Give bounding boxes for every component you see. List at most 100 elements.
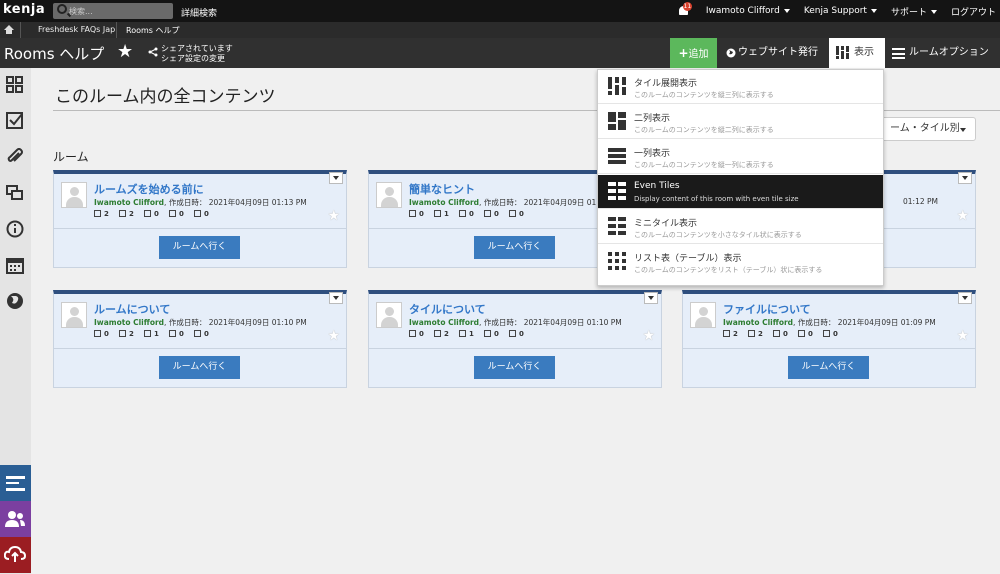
share-status: シェアされています	[161, 44, 233, 53]
display-menu: タイル展開表示 このルームのコンテンツを縦三列に表示する 二列表示 このルームの…	[597, 69, 884, 286]
users-button[interactable]	[0, 501, 31, 537]
room-card-author[interactable]: Iwamoto Clifford	[94, 318, 164, 327]
logout-link[interactable]: ログアウト	[951, 5, 996, 18]
menu-item-label: ミニタイル表示	[634, 219, 698, 229]
paperclip-icon	[459, 210, 466, 217]
publish-website-button[interactable]: ウェブサイト発行	[724, 38, 818, 68]
tasks-count: 0	[798, 330, 823, 338]
calendar-icon[interactable]	[4, 254, 27, 277]
room-card-title[interactable]: タイルについて	[409, 301, 486, 317]
globe-icon	[726, 48, 736, 58]
comment-icon	[194, 330, 201, 337]
add-label: 追加	[688, 49, 709, 60]
created-prefix: , 作成日時：	[479, 318, 522, 327]
rooms-icon	[748, 330, 755, 337]
favorite-star-icon[interactable]: ★	[117, 41, 133, 62]
room-card[interactable]: ルームズを始める前に Iwamoto Clifford, 作成日時： 2021年…	[53, 170, 347, 268]
favorite-star-icon[interactable]: ★	[642, 328, 655, 344]
task-checkbox-icon[interactable]	[4, 110, 27, 133]
one-column-icon	[608, 148, 626, 164]
info-icon[interactable]	[4, 218, 27, 241]
created-prefix: , 作成日時：	[793, 318, 836, 327]
go-to-room-button[interactable]: ルームへ行く	[788, 356, 869, 379]
menu-item-two-column[interactable]: 二列表示 このルームのコンテンツを縦二列に表示する	[598, 105, 883, 139]
card-dropdown-icon[interactable]	[329, 292, 343, 304]
menu-item-one-column[interactable]: 一列表示 このルームのコンテンツを縦一列に表示する	[598, 140, 883, 174]
search-box[interactable]	[53, 3, 173, 19]
room-options-label: ルームオプション	[909, 47, 989, 58]
chat-icon[interactable]	[4, 182, 27, 205]
add-button[interactable]: +追加	[670, 38, 717, 68]
attachment-icon[interactable]	[4, 146, 27, 169]
files-count-value: 0	[469, 210, 474, 218]
room-card-title[interactable]: ファイルについて	[723, 301, 811, 317]
files-count-value: 1	[154, 330, 159, 338]
rooms-count-value: 2	[758, 330, 763, 338]
room-card-date: 2021年04月09日 01:13 PM	[208, 198, 307, 207]
go-to-room-button[interactable]: ルームへ行く	[159, 236, 240, 259]
display-button[interactable]: 表示	[829, 38, 885, 68]
room-card-meta: Iwamoto Clifford, 作成日時： 2021年04月09日 01:0…	[723, 317, 936, 328]
room-card-title[interactable]: ルームについて	[94, 301, 170, 317]
created-prefix: , 作成日時：	[164, 198, 207, 207]
favorite-star-icon[interactable]: ★	[327, 208, 340, 224]
favorite-star-icon[interactable]: ★	[956, 328, 969, 344]
tasks-count-value: 0	[179, 330, 184, 338]
menu-item-mini-tiles[interactable]: ミニタイル表示 このルームのコンテンツを小さなタイル状に表示する	[598, 210, 883, 244]
card-dropdown-icon[interactable]	[958, 172, 972, 184]
tiles-count: 2	[94, 210, 119, 218]
tiles-count-value: 2	[733, 330, 738, 338]
card-dropdown-icon[interactable]	[958, 292, 972, 304]
room-card-title[interactable]: 簡単なヒント	[409, 181, 475, 197]
home-icon[interactable]	[4, 25, 14, 34]
room-options-button[interactable]: ルームオプション	[890, 38, 989, 68]
comments-count: 0	[509, 210, 534, 218]
room-card-title[interactable]: ルームズを始める前に	[94, 181, 204, 197]
chevron-down-icon	[870, 8, 877, 13]
go-to-room-button[interactable]: ルームへ行く	[159, 356, 240, 379]
favorite-star-icon[interactable]: ★	[956, 208, 969, 224]
breadcrumb: Freshdesk FAQs Jap Rooms ヘルプ	[0, 22, 1000, 38]
room-card-author[interactable]: Iwamoto Clifford	[409, 318, 479, 327]
room-card-author[interactable]: Iwamoto Clifford	[94, 198, 164, 207]
go-to-room-button[interactable]: ルームへ行く	[474, 356, 555, 379]
menu-icon	[892, 48, 905, 59]
menu-item-even-tiles[interactable]: Even Tiles Display content of this room …	[598, 175, 883, 209]
card-dropdown-icon[interactable]	[329, 172, 343, 184]
room-card[interactable]: ルームについて Iwamoto Clifford, 作成日時： 2021年04月…	[53, 290, 347, 388]
kenja-logo[interactable]: kenja	[3, 2, 45, 17]
favorite-star-icon[interactable]: ★	[327, 328, 340, 344]
task-icon	[484, 210, 491, 217]
advanced-search-link[interactable]: 詳細検索	[181, 6, 217, 19]
room-card[interactable]: ファイルについて Iwamoto Clifford, 作成日時： 2021年04…	[682, 290, 976, 388]
share-settings-link[interactable]: シェアされています シェア設定の変更	[148, 44, 233, 64]
notification-bell-icon[interactable]: 11	[676, 2, 692, 18]
users-icon	[5, 511, 25, 527]
org-menu[interactable]: Kenja Support	[804, 6, 877, 16]
sort-select-value: ーム・タイル別	[890, 123, 960, 134]
user-menu[interactable]: Iwamoto Clifford	[706, 6, 790, 16]
breadcrumb-separator	[116, 22, 124, 38]
go-to-room-button[interactable]: ルームへ行く	[474, 236, 555, 259]
room-card-author[interactable]: Iwamoto Clifford	[409, 198, 479, 207]
room-card-meta: Iwamoto Clifford, 作成日時： 2021年04月09日 01:1…	[409, 317, 622, 328]
all-contents-icon[interactable]	[4, 74, 27, 97]
tiles-count-value: 2	[104, 210, 109, 218]
menu-item-masonry[interactable]: タイル展開表示 このルームのコンテンツを縦三列に表示する	[598, 70, 883, 104]
sidebar-menu-button[interactable]	[0, 465, 31, 501]
left-sidebar	[0, 68, 31, 574]
support-menu[interactable]: サポート	[891, 5, 937, 18]
comments-count: 0	[194, 330, 219, 338]
cloud-upload-button[interactable]	[0, 537, 31, 573]
room-card-author[interactable]: Iwamoto Clifford	[723, 318, 793, 327]
globe-icon[interactable]	[4, 290, 27, 313]
menu-item-table[interactable]: リスト表（テーブル）表示 このルームのコンテンツをリスト（テーブル）状に表示する	[598, 245, 883, 279]
room-card[interactable]: タイルについて Iwamoto Clifford, 作成日時： 2021年04月…	[368, 290, 662, 388]
search-input[interactable]	[69, 3, 169, 19]
support-label: サポート	[890, 7, 927, 18]
card-dropdown-icon[interactable]	[644, 292, 658, 304]
table-icon	[608, 252, 626, 270]
comments-count: 0	[509, 330, 534, 338]
breadcrumb-item[interactable]: Freshdesk FAQs Jap	[38, 25, 115, 34]
tasks-count: 0	[169, 330, 194, 338]
